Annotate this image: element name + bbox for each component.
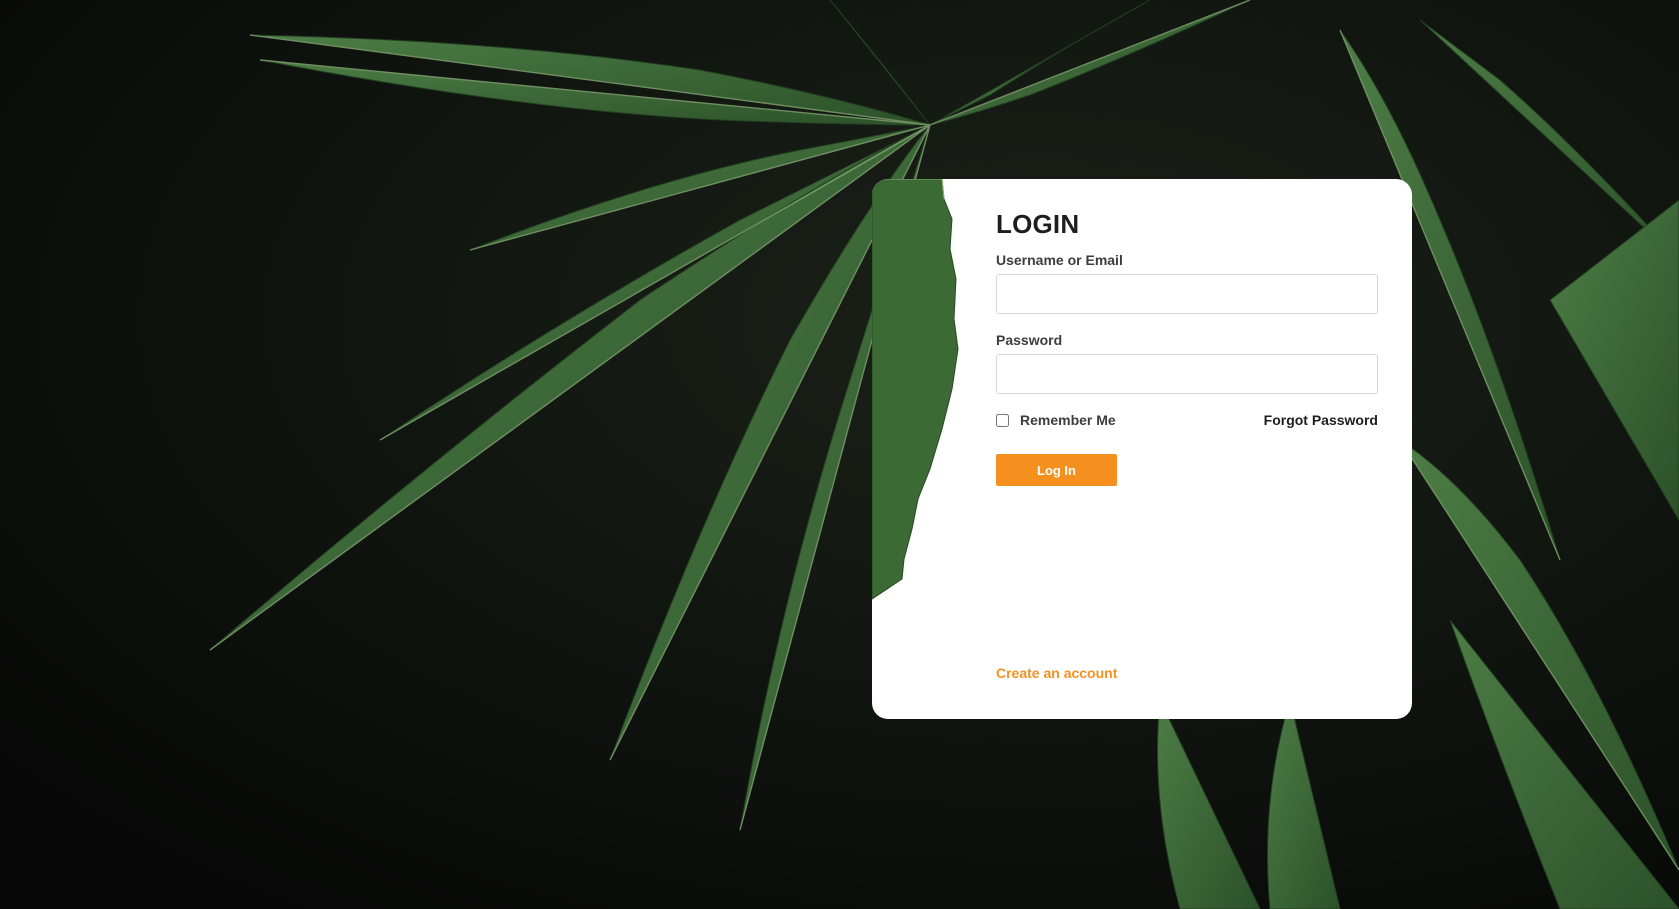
username-label: Username or Email [996, 252, 1123, 268]
password-label: Password [996, 332, 1063, 348]
login-form: LOGIN Username or Email Password Remembe… [996, 209, 1378, 486]
login-title: LOGIN [996, 209, 1080, 239]
leaf-overlap-decoration [872, 179, 959, 600]
remember-me-checkbox[interactable] [996, 413, 1009, 427]
password-input[interactable] [996, 354, 1378, 394]
login-button[interactable]: Log In [996, 454, 1117, 486]
username-input[interactable] [996, 274, 1378, 314]
forgot-password-link[interactable]: Forgot Password [1264, 412, 1378, 428]
remember-me-label: Remember Me [1020, 412, 1116, 428]
login-card: LOGIN Username or Email Password Remembe… [872, 179, 1412, 719]
remember-me[interactable]: Remember Me [996, 412, 1116, 428]
background-photo [0, 0, 1679, 909]
remember-forgot-row: Remember Me Forgot Password [996, 412, 1378, 434]
create-account-link[interactable]: Create an account [996, 665, 1117, 681]
cannabis-leaves-background [0, 0, 1679, 909]
